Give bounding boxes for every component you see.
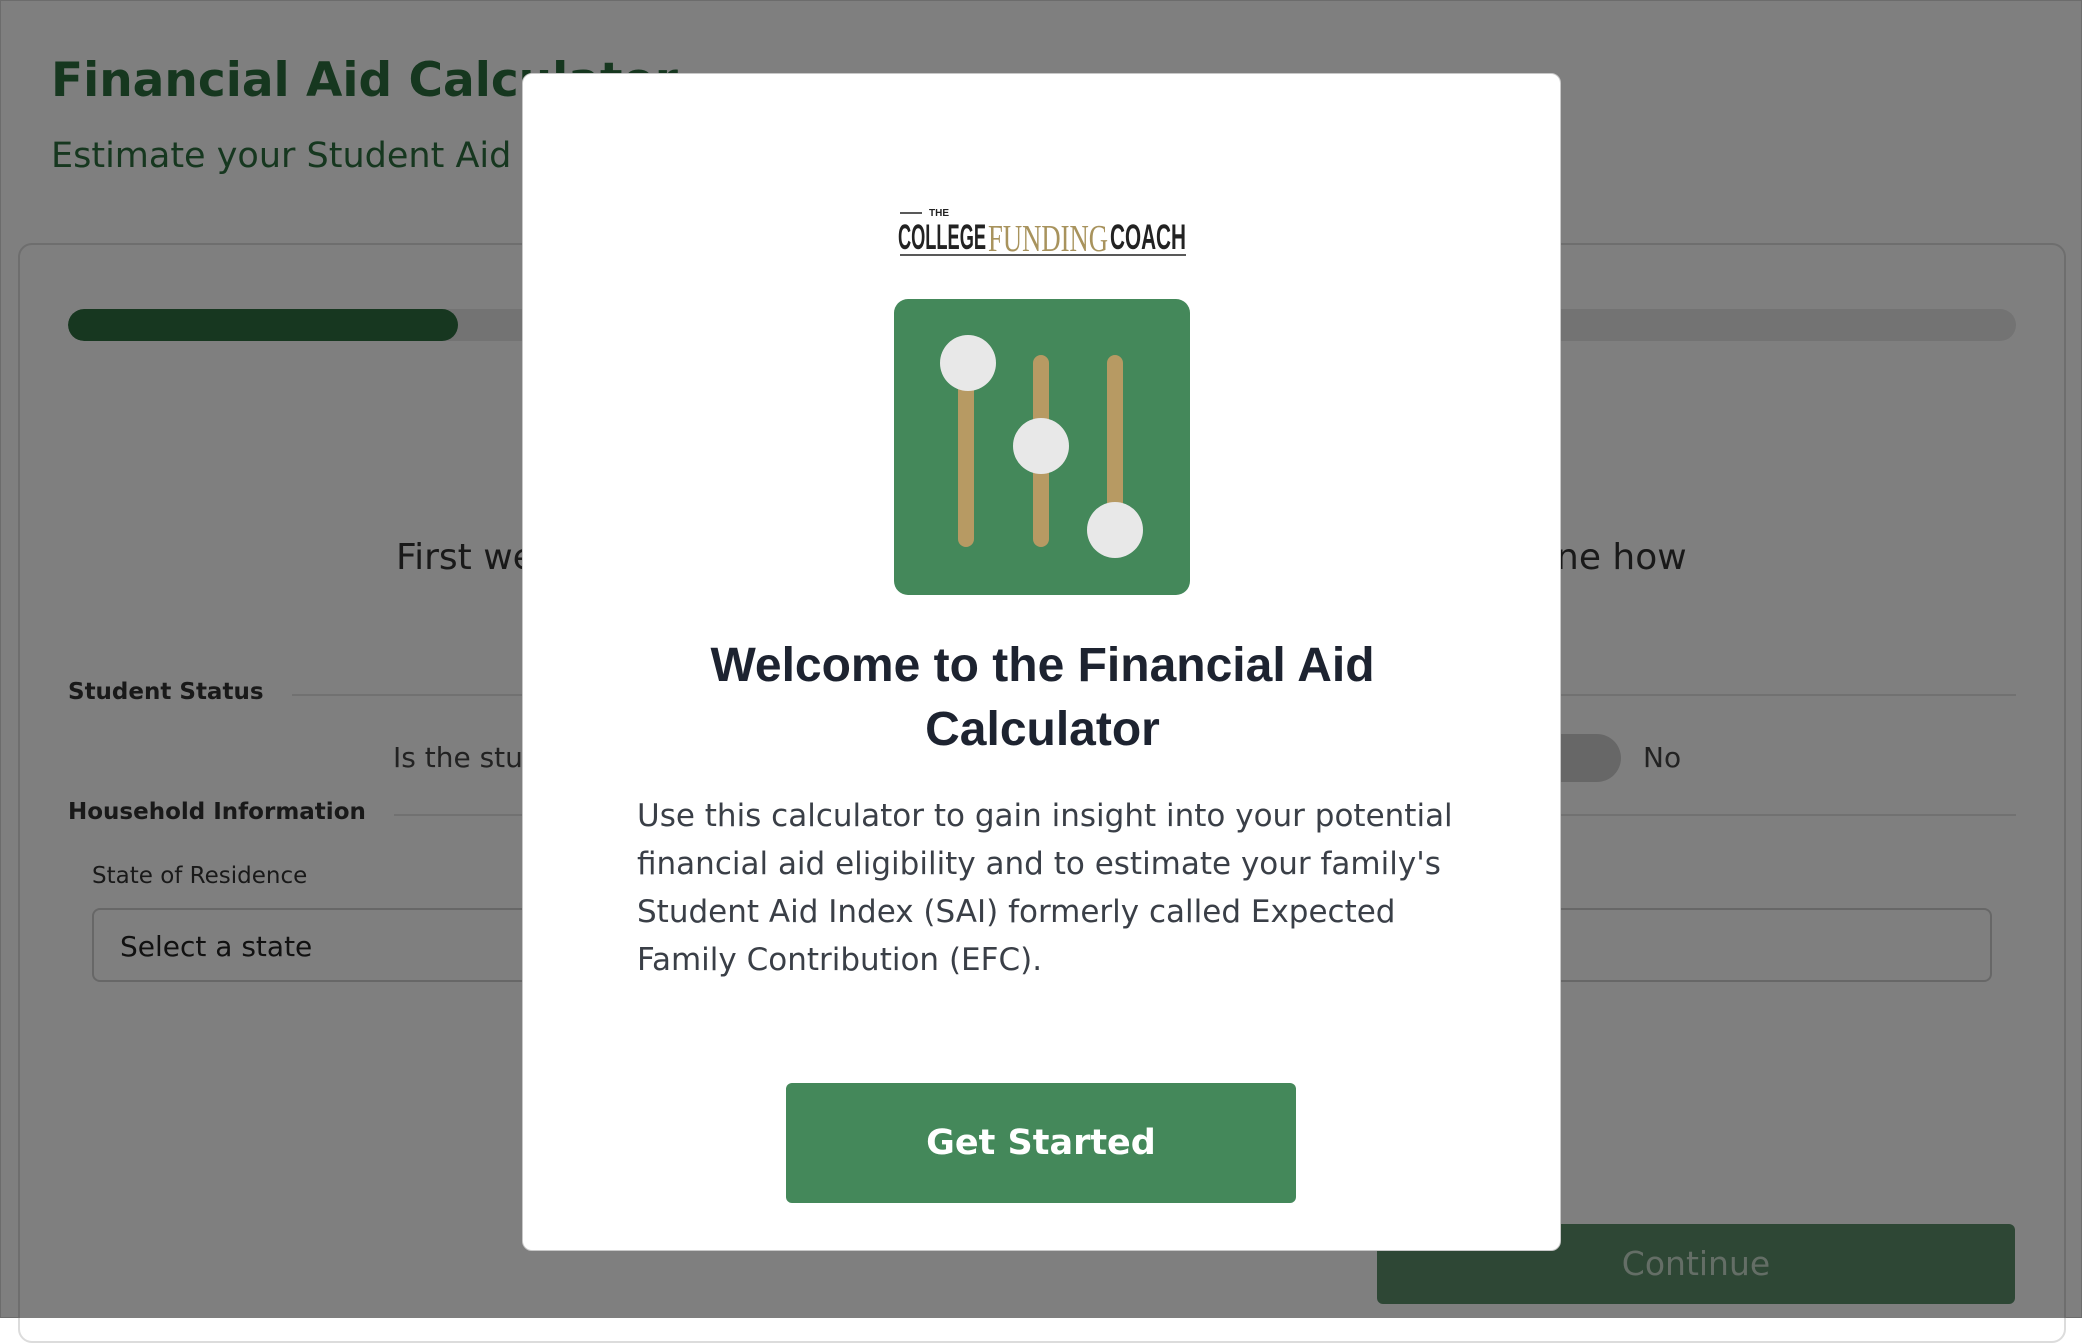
sliders-icon (894, 299, 1190, 595)
get-started-button[interactable]: Get Started (786, 1083, 1296, 1203)
svg-text:COLLEGE: COLLEGE (898, 218, 986, 257)
svg-text:FUNDING: FUNDING (988, 218, 1108, 260)
welcome-modal: THE COLLEGE FUNDING COACH Welcome to the… (522, 73, 1561, 1251)
modal-description: Use this calculator to gain insight into… (637, 798, 1453, 978)
modal-title: Welcome to the Financial Aid Calculator (710, 639, 1375, 756)
svg-text:COACH: COACH (1110, 218, 1186, 257)
college-funding-coach-logo: THE COLLEGE FUNDING COACH (898, 208, 1186, 260)
